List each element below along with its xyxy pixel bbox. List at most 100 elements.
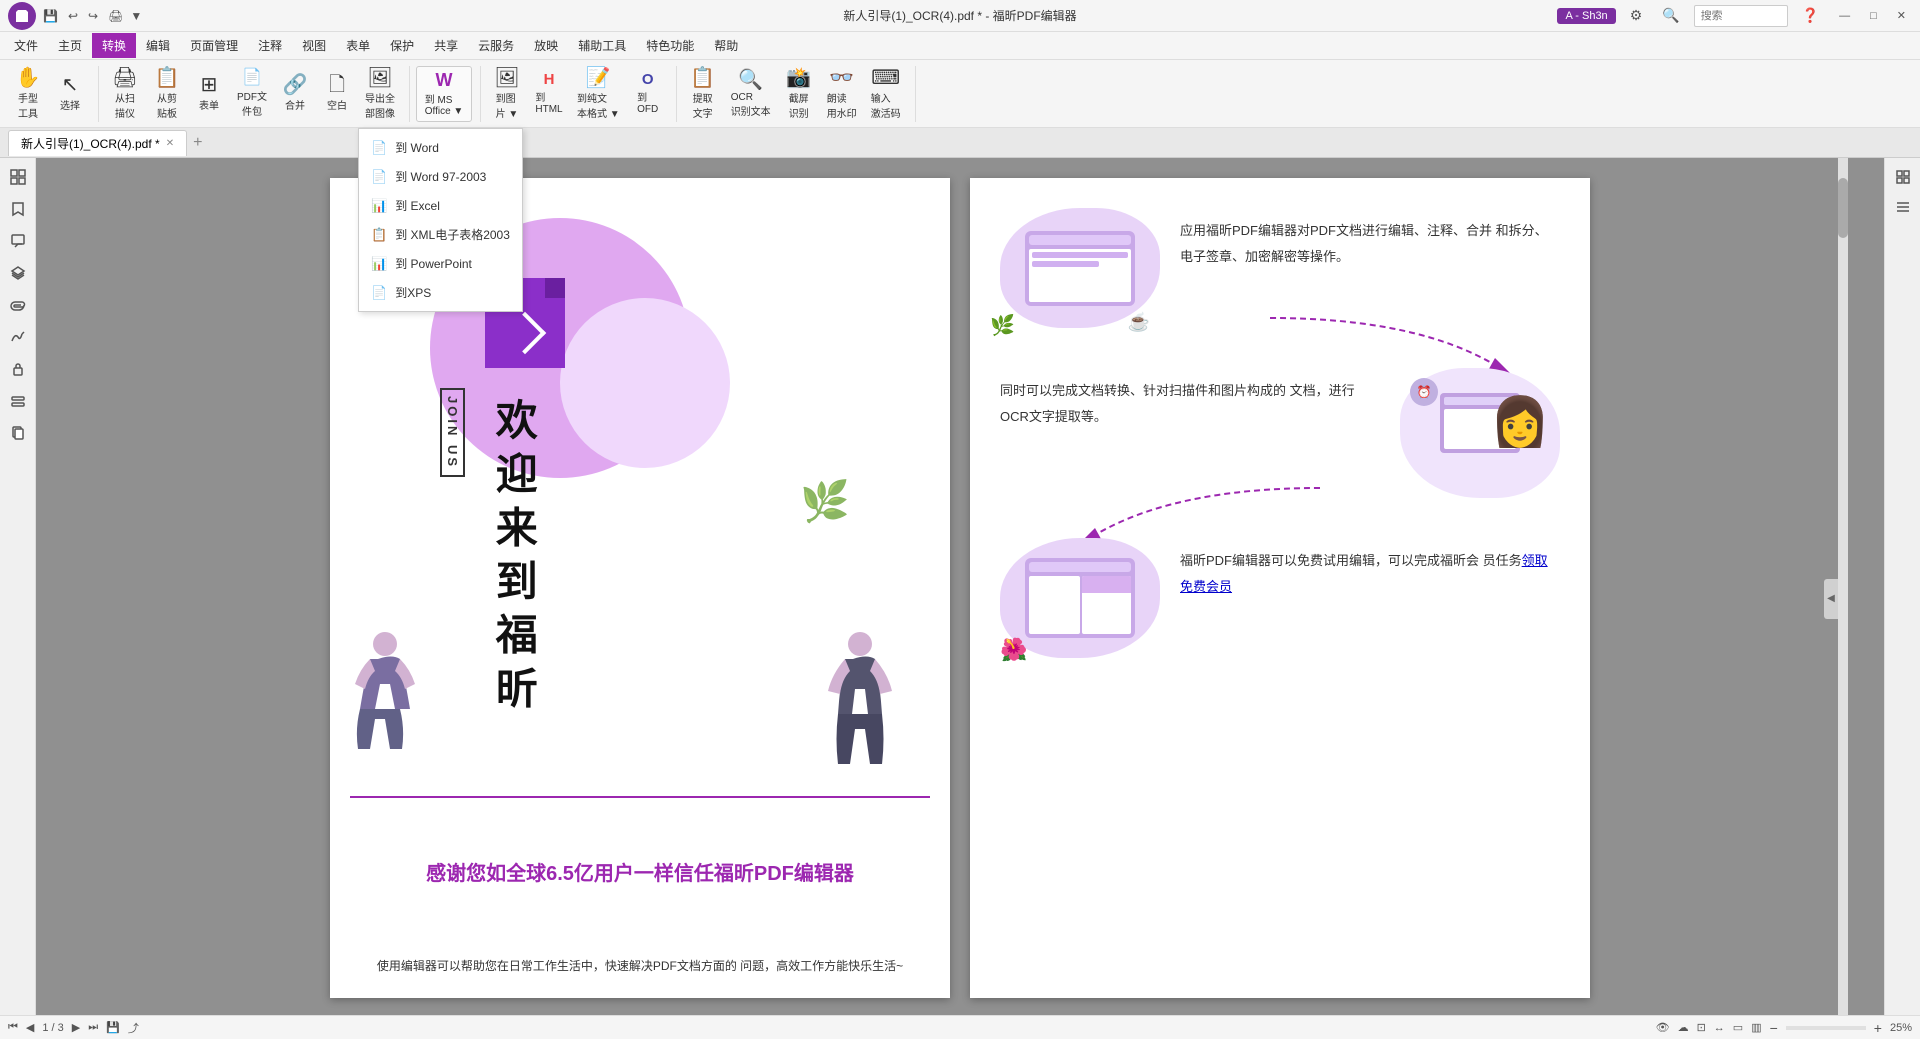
zoom-slider[interactable] <box>1786 1026 1866 1030</box>
tool-to-img-btn[interactable]: 🖼 到图片 ▼ <box>487 66 527 122</box>
toolbar-group-convert: 🖼 到图片 ▼ H 到HTML 📝 到纯文本格式 ▼ O 到OFD <box>487 66 677 122</box>
user-badge[interactable]: A - Sh3n <box>1557 8 1615 24</box>
quick-access-redo[interactable]: ↪ <box>85 7 101 25</box>
tab-pdf[interactable]: 新人引导(1)_OCR(4).pdf * ✕ <box>8 130 187 156</box>
tool-select-btn[interactable]: ↖ 选择 <box>50 66 90 122</box>
status-cloud-icon[interactable]: ☁ <box>1678 1021 1689 1034</box>
sidebar-comments-btn[interactable] <box>3 226 33 256</box>
sidebar-layers-btn[interactable] <box>3 258 33 288</box>
menu-cloud[interactable]: 云服务 <box>468 33 524 58</box>
tool-input-label: 输入激活码 <box>871 90 901 120</box>
menu-to-xml-excel[interactable]: 📋 到 XML电子表格2003 <box>359 220 522 249</box>
status-single-page-btn[interactable]: ▭ <box>1733 1021 1743 1034</box>
clipboard-icon: 📋 <box>155 68 180 88</box>
ocr-icon: 🔍 <box>738 70 763 90</box>
tool-export-btn[interactable]: 🖼 导出全部图像 <box>359 66 401 122</box>
extract-icon: 📋 <box>690 68 715 88</box>
menu-view[interactable]: 视图 <box>292 33 336 58</box>
sidebar-security-btn[interactable] <box>3 354 33 384</box>
menu-assist[interactable]: 辅助工具 <box>568 33 636 58</box>
minimize-btn[interactable]: — <box>1833 8 1856 24</box>
title-search-input[interactable] <box>1701 10 1781 22</box>
quick-access-print[interactable]: 🖨 <box>105 7 126 25</box>
sidebar-thumbnails-btn[interactable] <box>3 162 33 192</box>
page-save-btn[interactable]: 💾 <box>106 1021 120 1034</box>
menu-file[interactable]: 文件 <box>4 33 48 58</box>
scrollbar-thumb[interactable] <box>1838 178 1848 238</box>
export-icon: 🖼 <box>367 68 392 88</box>
tool-to-txt-btn[interactable]: 📝 到纯文本格式 ▼ <box>571 66 626 122</box>
quick-access-undo[interactable]: ↩ <box>65 7 81 25</box>
tab-add-btn[interactable]: + <box>187 134 208 152</box>
sidebar-signatures-btn[interactable] <box>3 322 33 352</box>
read-icon: 👓 <box>829 68 854 88</box>
tool-ms-office-btn[interactable]: W 到 MSOffice ▼ <box>416 66 472 122</box>
help-icon[interactable]: ❓ <box>1796 5 1825 26</box>
sidebar-fields-btn[interactable] <box>3 386 33 416</box>
right-panel-list-btn[interactable] <box>1888 192 1918 222</box>
tool-extract-btn[interactable]: 📋 提取文字 <box>683 66 723 122</box>
tool-to-html-btn[interactable]: H 到HTML <box>529 66 569 122</box>
divider-line <box>350 796 930 798</box>
page1-desc: 使用编辑器可以帮助您在日常工作生活中，快速解决PDF文档方面的 问题，高效工作方… <box>350 956 930 978</box>
sidebar-attachments-btn[interactable] <box>3 290 33 320</box>
tool-pdf-btn[interactable]: 📄 PDF文件包 <box>231 66 273 122</box>
right-panel-grid-btn[interactable] <box>1888 162 1918 192</box>
tool-table-btn[interactable]: ⊞ 表单 <box>189 66 229 122</box>
menu-form[interactable]: 表单 <box>336 33 380 58</box>
page-first-btn[interactable]: ⏮ <box>8 1021 18 1034</box>
menu-share[interactable]: 共享 <box>424 33 468 58</box>
menu-convert[interactable]: 转换 <box>92 33 136 58</box>
tool-ocr-btn[interactable]: 🔍 OCR识别文本 <box>725 66 777 122</box>
right-panel-expand-btn[interactable]: ◀ <box>1824 579 1838 619</box>
status-fit-width-btn[interactable]: ↔ <box>1714 1022 1725 1034</box>
page-info: 1 / 3 <box>42 1022 63 1034</box>
close-btn[interactable]: ✕ <box>1891 7 1912 24</box>
status-view-icon[interactable]: 👁 <box>1656 1021 1670 1034</box>
menu-feature[interactable]: 特色功能 <box>636 33 704 58</box>
tool-scan-btn[interactable]: 🖨 从扫描仪 <box>105 66 145 122</box>
tool-export-label: 导出全部图像 <box>365 90 395 120</box>
menu-to-word[interactable]: 📄 到 Word <box>359 133 522 162</box>
title-search-box[interactable] <box>1694 5 1788 27</box>
tool-read-btn[interactable]: 👓 朗读用水印 <box>821 66 863 122</box>
scrollbar-vertical[interactable] <box>1838 158 1848 1039</box>
menu-page[interactable]: 页面管理 <box>180 33 248 58</box>
page-next-btn[interactable]: ▶ <box>72 1021 80 1034</box>
quick-access-save[interactable]: 💾 <box>40 7 61 25</box>
tool-blank-btn[interactable]: 🗋 空白 <box>317 66 357 122</box>
search-icon[interactable]: 🔍 <box>1656 5 1685 26</box>
tab-close-btn[interactable]: ✕ <box>166 138 174 149</box>
menubar: 文件 主页 转换 编辑 页面管理 注释 视图 表单 保护 共享 云服务 放映 辅… <box>0 32 1920 60</box>
tool-clipboard-btn[interactable]: 📋 从剪贴板 <box>147 66 187 122</box>
tool-screen-btn[interactable]: 📸 截屏识别 <box>779 66 819 122</box>
page-last-btn[interactable]: ⏭ <box>88 1021 98 1034</box>
menu-to-xps[interactable]: 📄 到XPS <box>359 278 522 307</box>
tool-input-btn[interactable]: ⌨ 输入激活码 <box>865 66 907 122</box>
menu-to-powerpoint[interactable]: 📊 到 PowerPoint <box>359 249 522 278</box>
menu-to-excel[interactable]: 📊 到 Excel <box>359 191 522 220</box>
maximize-btn[interactable]: □ <box>1864 8 1883 24</box>
menu-home[interactable]: 主页 <box>48 33 92 58</box>
menu-protect[interactable]: 保护 <box>380 33 424 58</box>
menu-edit[interactable]: 编辑 <box>136 33 180 58</box>
menu-help[interactable]: 帮助 <box>704 33 748 58</box>
menu-to-word97[interactable]: 📄 到 Word 97-2003 <box>359 162 522 191</box>
tool-hand-btn[interactable]: ✋ 手型工具 <box>8 66 48 122</box>
menu-present[interactable]: 放映 <box>524 33 568 58</box>
page-export-btn[interactable]: ⤴ <box>128 1020 139 1036</box>
status-fit-page-btn[interactable]: ⊡ <box>1697 1021 1706 1034</box>
tool-merge-btn[interactable]: 🔗 合并 <box>275 66 315 122</box>
zoom-out-btn[interactable]: − <box>1770 1020 1778 1036</box>
tool-to-ofd-btn[interactable]: O 到OFD <box>628 66 668 122</box>
menu-comment[interactable]: 注释 <box>248 33 292 58</box>
to-excel-label: 到 Excel <box>395 197 440 214</box>
status-two-page-btn[interactable]: ▥ <box>1751 1021 1761 1034</box>
quick-access-more[interactable]: ▼ <box>130 9 142 23</box>
sidebar-bookmarks-btn[interactable] <box>3 194 33 224</box>
sidebar-pages-btn[interactable] <box>3 418 33 448</box>
feature-1-illustration: 🌿 ☕ <box>1000 208 1160 328</box>
settings-icon[interactable]: ⚙ <box>1624 5 1649 26</box>
zoom-in-btn[interactable]: + <box>1874 1020 1882 1036</box>
page-prev-btn[interactable]: ◀ <box>26 1021 34 1034</box>
